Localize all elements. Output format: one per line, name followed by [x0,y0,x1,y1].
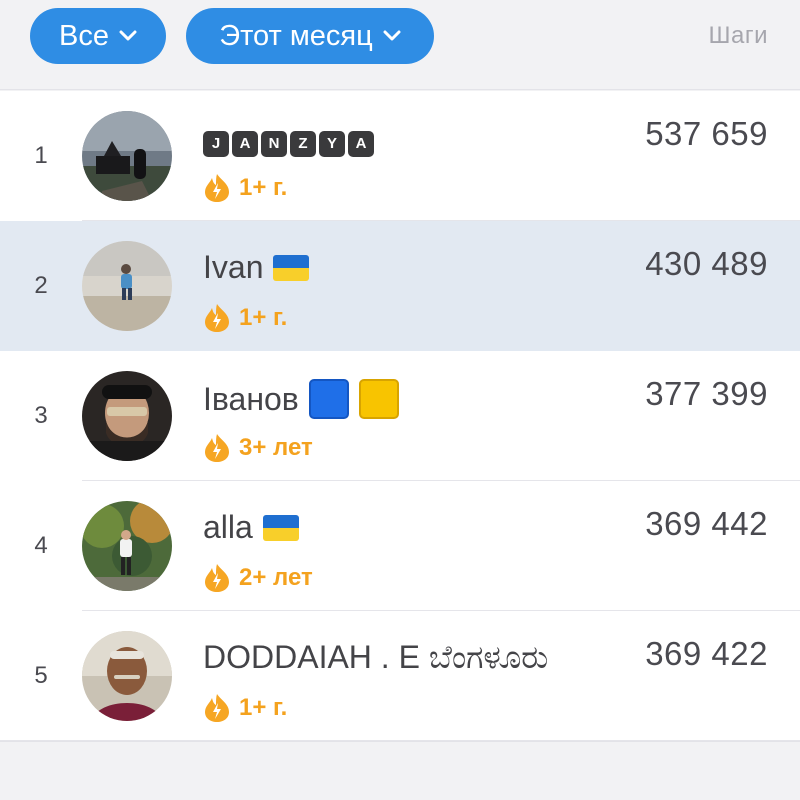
period-filter-label: Этот месяц [219,19,373,52]
streak-badge: 1+ г. [203,173,287,203]
ukraine-flag-icon [262,514,299,541]
leaderboard-list: 1 JANZYA 1+ г. 537 659 2 Ivan 1+ г. 430 … [0,91,800,741]
leaderboard-row-current-user[interactable]: 2 Ivan 1+ г. 430 489 [0,221,800,351]
user-name-text: DODDAIAH . E ಬೆಂಗಳೂರು [203,639,549,675]
filter-bar: Все Этот месяц Шаги [0,0,800,90]
streak-text: 1+ г. [239,174,288,201]
group-filter-label: Все [59,19,109,52]
leaderboard-row[interactable]: 1 JANZYA 1+ г. 537 659 [0,91,800,221]
streak-text: 1+ г. [239,694,288,721]
rank-number: 5 [34,662,48,689]
name-letter-badge: A [232,131,258,157]
streak-badge: 1+ г. [203,303,287,333]
user-name-text: Ivan [203,249,264,285]
sort-column-label[interactable]: Шаги [708,22,768,50]
leaderboard-row[interactable]: 4 alla 2+ лет 369 442 [0,481,800,611]
name-letter-badge: Y [319,131,345,157]
step-count: 377 399 [645,375,768,412]
name-letter-badge: Z [290,131,316,157]
chevron-down-icon [383,30,401,41]
name-letter-badge: N [261,131,287,157]
user-name: alla [203,509,299,546]
name-letter-badges: JANZYA [203,119,377,157]
user-name: DODDAIAH . E ಬೆಂಗಳೂರು [203,639,548,677]
avatar[interactable] [82,371,172,461]
list-footer [0,741,800,800]
step-count: 537 659 [645,115,768,152]
name-letter-badge: J [203,131,229,157]
rank-number: 1 [34,142,48,169]
leaderboard-row[interactable]: 5 DODDAIAH . E ಬೆಂಗಳೂರು 1+ г. 369 422 [0,611,800,741]
avatar[interactable] [82,241,172,331]
fire-icon [205,564,229,592]
chevron-down-icon [119,30,137,41]
fire-icon [205,174,229,202]
avatar[interactable] [82,111,172,201]
fire-icon [205,694,229,722]
streak-badge: 3+ лет [203,433,313,463]
streak-text: 3+ лет [239,434,313,461]
leaderboard-row[interactable]: 3 Іванов 3+ лет 377 399 [0,351,800,481]
rank-number: 3 [34,402,48,429]
rank-number: 4 [34,532,48,559]
group-filter-button[interactable]: Все [30,8,166,64]
name-letter-badge: A [348,131,374,157]
user-name: Іванов [203,379,399,419]
user-name-text: Іванов [203,380,299,417]
step-count: 369 422 [645,635,768,672]
avatar[interactable] [82,501,172,591]
ukraine-flag-icon [273,254,310,281]
streak-badge: 2+ лет [203,563,313,593]
period-filter-button[interactable]: Этот месяц [186,8,434,64]
step-count: 369 442 [645,505,768,542]
streak-badge: 1+ г. [203,693,287,723]
avatar[interactable] [82,631,172,721]
fire-icon [205,434,229,462]
user-name-text: alla [203,509,253,545]
rank-number: 2 [34,272,48,299]
fire-icon [205,304,229,332]
yellow-square-icon [358,379,399,419]
user-name: Ivan [203,249,310,286]
streak-text: 1+ г. [239,304,288,331]
streak-text: 2+ лет [239,564,313,591]
step-count: 430 489 [645,245,768,282]
user-name: JANZYA [203,119,377,157]
blue-square-icon [308,379,349,419]
